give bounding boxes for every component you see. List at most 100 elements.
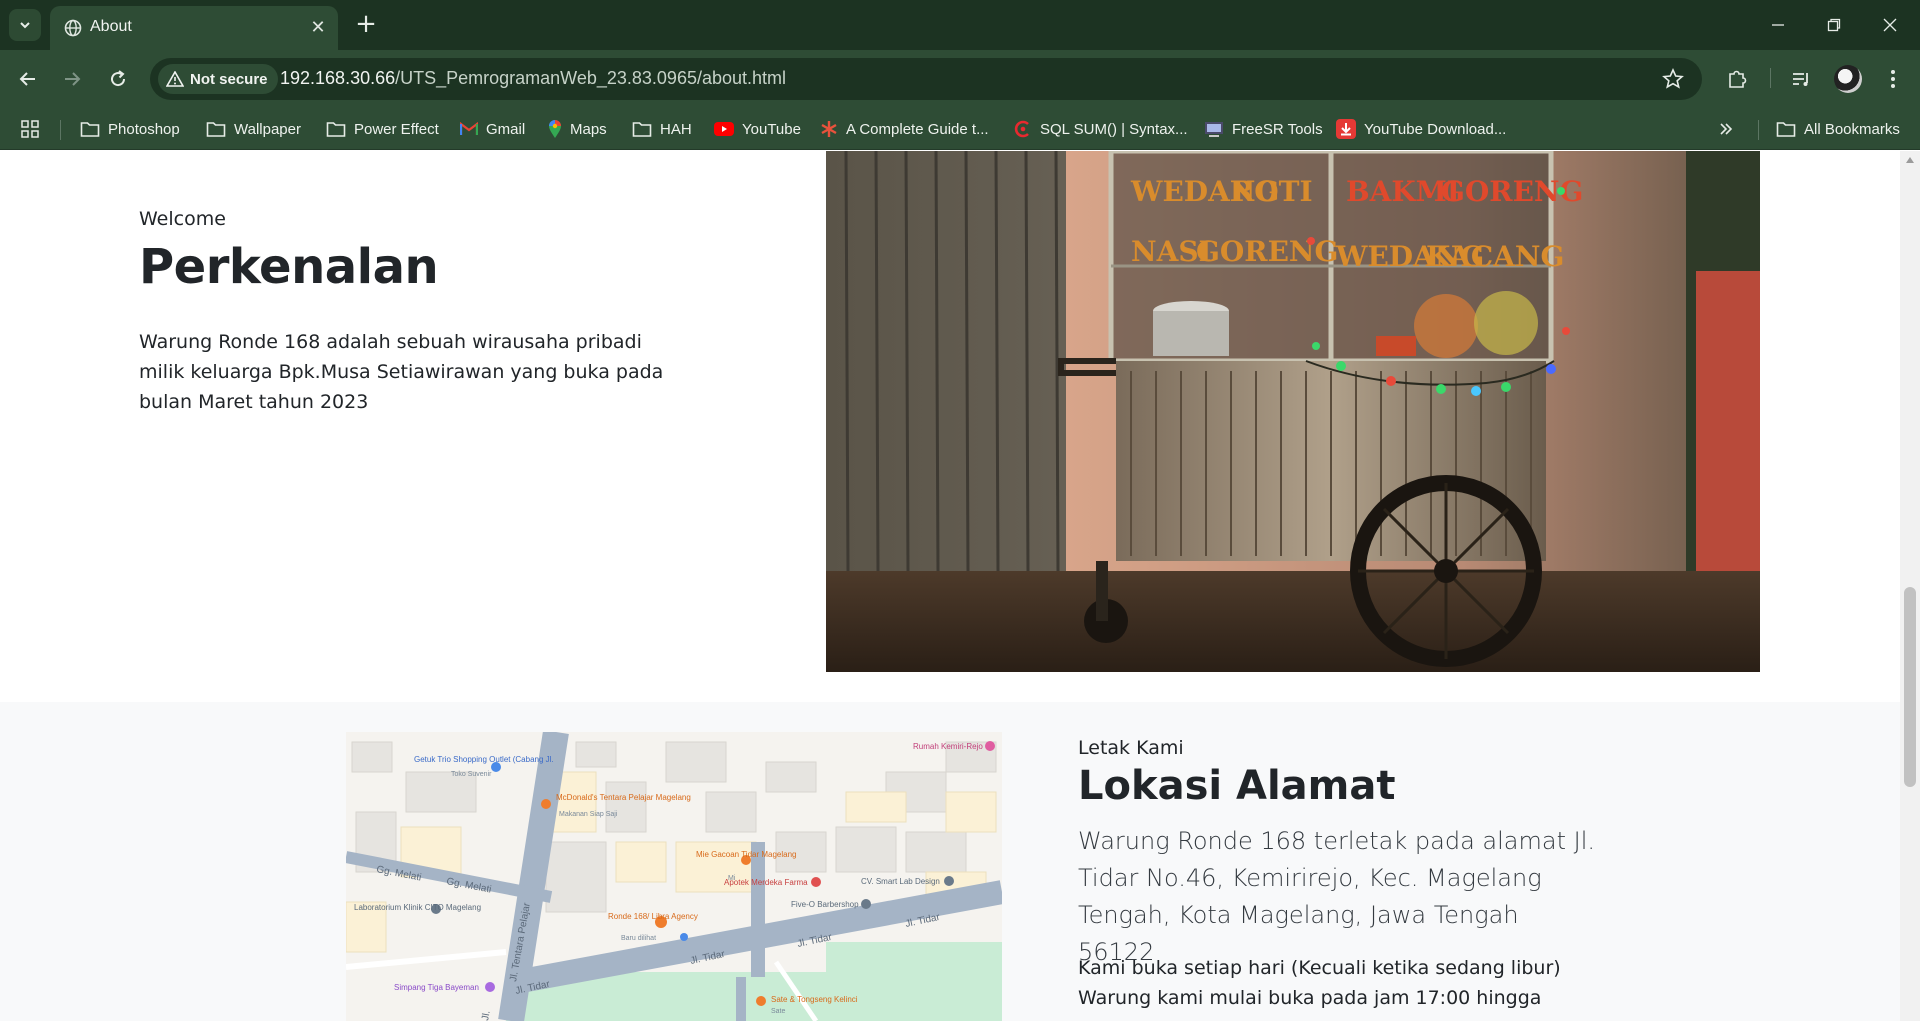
folder-icon [326,122,346,137]
page-scrollbar[interactable] [1900,151,1920,1021]
bookmark-hah[interactable]: HAH [632,116,692,142]
extensions-button[interactable] [1724,66,1750,92]
freesr-icon [1205,122,1223,137]
forward-button[interactable] [58,65,86,93]
bookmark-complete-guide[interactable]: A Complete Guide t... [820,116,989,142]
bookmark-gmail[interactable]: Gmail [460,116,525,142]
folder-icon [206,122,226,137]
bookmark-wallpaper[interactable]: Wallpaper [206,116,301,142]
apps-button[interactable] [20,116,40,142]
bookmark-youtube-download[interactable]: YouTube Download... [1336,116,1506,142]
apps-grid-icon [21,120,39,138]
bookmark-sql-sum[interactable]: SQL SUM() | Syntax... [1014,116,1188,142]
site-info-chip[interactable]: Not secure [158,64,278,94]
folder-icon [1776,122,1796,137]
bookmark-youtube[interactable]: YouTube [714,116,801,142]
opening-hours: Kami buka setiap hari (Kecuali ketika se… [1078,953,1638,1013]
scroll-up-arrow[interactable] [1906,157,1914,163]
location-subtitle: Letak Kami [1078,737,1184,759]
location-map[interactable]: Gg. Melati Gg. Melati Jl. Tentara Pelaja… [346,732,1002,1021]
tab-strip: About ✕ + [0,0,1920,50]
address-bar[interactable]: Not secure 192.168.30.66/UTS_Pemrograman… [150,58,1702,100]
map-poi-gacoan: Mie Gacoan Tidar Magelang [696,850,797,859]
profile-avatar[interactable] [1834,65,1862,93]
toolbar-divider [1770,68,1771,88]
bookmark-label: A Complete Guide t... [846,120,989,138]
bookmark-label: HAH [660,120,692,138]
minimize-icon [1772,24,1784,26]
folder-icon [80,122,100,137]
map-poi-getuk: Getuk Trio Shopping Outlet (Cabang Jl. [414,755,554,764]
gmail-icon [460,122,478,135]
double-chevron-right-icon [1720,123,1733,135]
map-poi-ronde-sub: Baru dilihat [621,935,656,942]
bookmark-maps[interactable]: Maps [548,116,607,142]
map-poi-fivee: Five-O Barbershop [791,900,859,909]
playlist-icon [1793,73,1808,86]
map-poi-getuk-sub: Toko Suvenir [451,771,492,778]
bookmarks-divider [60,120,61,140]
asterisk-icon [821,121,837,137]
bookmark-power-effect[interactable]: Power Effect [326,116,439,142]
map-road-jl-bottom: Jl. [480,1010,493,1021]
intro-paragraph: Warung Ronde 168 adalah sebuah wirausaha… [139,331,664,413]
url-path: /UTS_PemrogramanWeb_23.83.0965/about.htm… [395,68,787,88]
globe-icon [64,19,82,37]
restore-button[interactable] [1812,10,1856,40]
more-vertical-icon [1891,70,1895,88]
reload-button[interactable] [104,65,132,93]
menu-button[interactable] [1880,66,1906,92]
bookmarks-bar: Photoshop Wallpaper Power Effect Gmail M… [0,108,1920,150]
close-icon[interactable]: ✕ [308,18,328,38]
opening-hours-line-2: Warung kami mulai buka pada jam 17:00 hi… [1078,987,1542,1009]
location-address: Warung Ronde 168 terletak pada alamat Jl… [1078,827,1595,966]
browser-toolbar: Not secure 192.168.30.66/UTS_Pemrograman… [0,50,1920,108]
sql-icon [1014,120,1029,138]
tab-search-button[interactable] [9,9,41,41]
all-bookmarks-button[interactable]: All Bookmarks [1776,116,1900,142]
bookmarks-divider [1758,120,1759,140]
cart-sign-kacang: KACANG [1426,240,1564,273]
tab-about[interactable]: About ✕ [50,6,338,50]
star-icon[interactable] [1662,68,1684,90]
map-poi-lab: Laboratorium Klinik CITO Magelang [354,903,481,912]
cart-sign-roti: ROTI [1231,175,1313,208]
bookmarks-overflow-button[interactable] [1718,116,1734,142]
arrow-right-icon [65,72,81,86]
bookmark-label: Maps [570,120,607,138]
opening-hours-line-1: Kami buka setiap hari (Kecuali ketika se… [1078,957,1561,979]
map-poi-sate-sub: Sate [771,1008,786,1015]
map-poi-sate: Sate & Tongseng Kelinci [771,995,858,1004]
map-poi-mcd: McDonald's Tentara Pelajar Magelang [556,793,691,802]
folder-icon [632,122,652,137]
tab-title: About [90,18,132,35]
puzzle-icon [1729,70,1747,88]
maps-icon [549,120,561,138]
minimize-button[interactable] [1756,10,1800,40]
arrow-left-icon [19,72,35,86]
location-title: Lokasi Alamat [1078,763,1396,809]
cart-sign-goreng-2: GORENG [1196,235,1338,268]
page-viewport: Welcome Perkenalan Warung Ronde 168 adal… [0,151,1900,1021]
reload-icon [111,70,126,87]
back-button[interactable] [14,65,42,93]
window-close-button[interactable] [1868,10,1912,40]
url-text[interactable]: 192.168.30.66/UTS_PemrogramanWeb_23.83.0… [280,68,786,89]
media-button[interactable] [1788,66,1814,92]
bookmark-label: SQL SUM() | Syntax... [1040,120,1188,138]
chevron-down-icon [20,22,30,29]
bookmark-photoshop[interactable]: Photoshop [80,116,180,142]
all-bookmarks-label: All Bookmarks [1804,120,1900,138]
cart-photo: WEDANG ROTI BAKMI GORENG NASI GORENG WED… [826,151,1760,672]
map-poi-simpang: Simpang Tiga Bayeman [394,983,479,992]
bookmark-label: YouTube [742,120,801,138]
intro-subtitle: Welcome [139,208,226,230]
map-poi-mcd-sub: Makanan Siap Saji [559,811,618,818]
new-tab-button[interactable]: + [352,10,380,38]
bookmark-freesr-tools[interactable]: FreeSR Tools [1204,116,1323,142]
scroll-thumb[interactable] [1904,587,1916,787]
map-poi-ronde: Ronde 168/ Libra Agency [608,912,698,921]
restore-icon [1827,18,1841,32]
bookmark-label: Photoshop [108,120,180,138]
warning-icon [166,71,184,87]
